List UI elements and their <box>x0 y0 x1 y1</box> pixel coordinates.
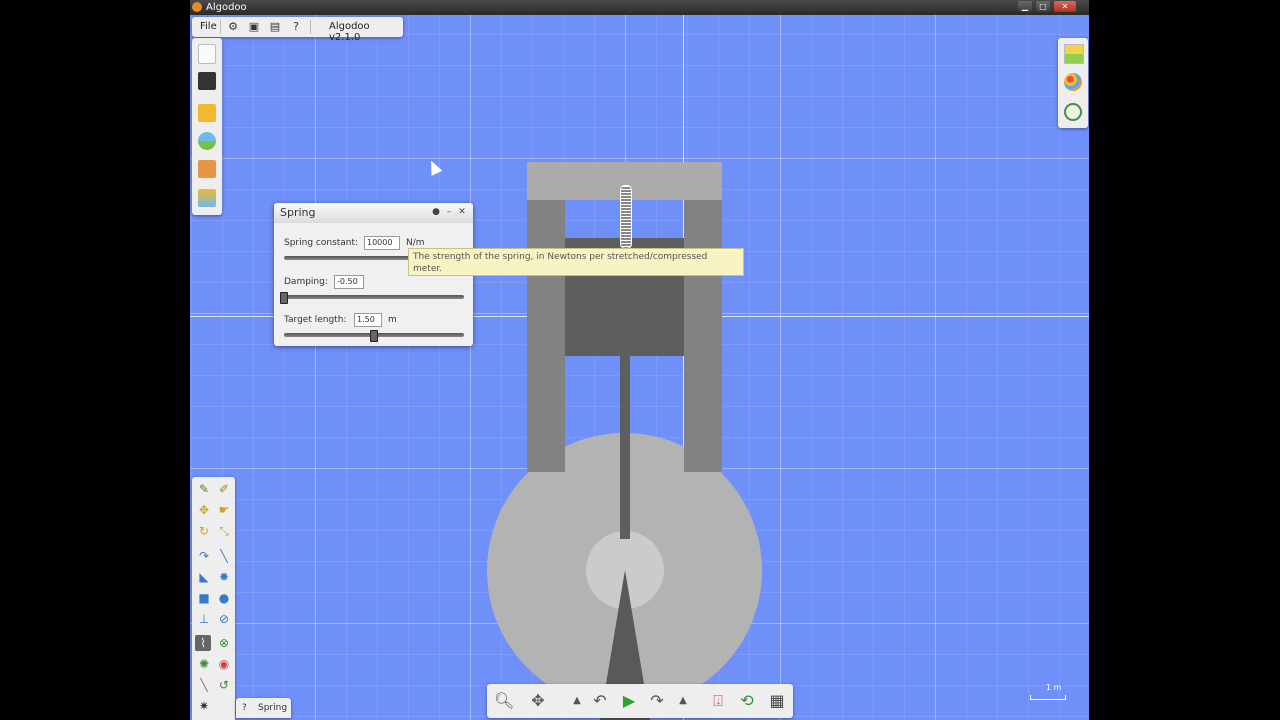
spring-constant-input[interactable]: 10000 <box>364 236 400 250</box>
menu-divider <box>310 20 311 34</box>
gear-icon[interactable]: ⚙ <box>226 20 240 34</box>
app-logo-icon <box>192 2 202 12</box>
damping-slider[interactable] <box>284 295 464 299</box>
target-length-input[interactable]: 1.50 <box>354 313 382 327</box>
target-length-unit: m <box>388 315 397 325</box>
chaos-tool-icon[interactable]: ✷ <box>196 698 212 714</box>
window-alt-icon[interactable]: ▤ <box>268 20 282 34</box>
tracer-tool-icon[interactable]: ↺ <box>216 677 232 693</box>
background-settings-icon[interactable] <box>1064 44 1084 64</box>
grid-icon[interactable]: ▦ <box>767 692 787 710</box>
help-icon[interactable]: ? <box>289 20 303 34</box>
knife-tool-icon[interactable]: ╲ <box>216 548 232 564</box>
help-icon[interactable]: ? <box>242 703 247 713</box>
current-tool-label: Spring <box>258 703 288 713</box>
spring-constant-unit: N/m <box>406 238 425 248</box>
circle-tool-icon[interactable]: ● <box>216 590 232 606</box>
scale-label: 1 m <box>1046 683 1062 692</box>
target-length-label: Target length: <box>284 315 347 325</box>
file-toolbar <box>192 38 222 215</box>
zoom-icon[interactable]: 🔍︎ <box>494 692 514 710</box>
palette-icon[interactable] <box>1064 73 1082 91</box>
axle-tool-icon[interactable]: ✺ <box>196 656 212 672</box>
sketch-tool-icon[interactable]: ✎ <box>196 481 212 497</box>
laser-tool-icon[interactable]: ╲ <box>196 677 212 693</box>
redo-icon[interactable]: ↷ <box>647 692 667 710</box>
tool-help-bar: ? Spring <box>236 698 291 718</box>
new-scene-icon[interactable] <box>198 44 216 64</box>
chain-tool-icon[interactable]: ⊘ <box>216 611 232 627</box>
window-title: Algodoo <box>206 2 247 13</box>
panel-title: Spring <box>280 206 316 219</box>
pin-icon[interactable]: ● <box>431 207 441 217</box>
damping-label: Damping: <box>284 277 328 287</box>
scene-folder-icon[interactable] <box>198 160 216 178</box>
spring-constant-label: Spring constant: <box>284 238 359 248</box>
spring-tool-icon[interactable]: ⌇ <box>195 635 211 651</box>
scale-tool-icon[interactable]: ⤡ <box>216 523 232 539</box>
air-friction-icon[interactable]: ⟲ <box>737 692 757 710</box>
brush-tool-icon[interactable]: ✐ <box>216 481 232 497</box>
undo-dropdown-icon[interactable]: ▲ <box>567 692 587 710</box>
close-button[interactable]: ✕ <box>1054 1 1076 12</box>
polygon-tool-icon[interactable]: ◣ <box>196 569 212 585</box>
browse-online-icon[interactable] <box>198 132 216 150</box>
plane-tool-icon[interactable]: ⊥ <box>196 611 212 627</box>
open-folder-icon[interactable] <box>198 104 216 122</box>
minimize-button[interactable]: ▁ <box>1018 1 1032 12</box>
gravity-icon[interactable]: ⍗ <box>708 692 728 710</box>
top-menu-bar: File ⚙ ▣ ▤ ? Algodoo v2.1.0 <box>192 17 403 43</box>
phunlet-folder-icon[interactable] <box>198 189 216 207</box>
drag-tool-icon[interactable]: ☛ <box>216 502 232 518</box>
tool-palette: ✎ ✐ ✥ ☛ ↻ ⤡ ↷ ╲ ◣ ✹ ■ ● ⊥ ⊘ ⌇ ⊗ ✺ ◉ ╲ ↺ … <box>192 477 235 720</box>
frame-right-shape[interactable] <box>684 200 722 472</box>
scale-bar <box>1030 695 1066 700</box>
thruster-tool-icon[interactable]: ◉ <box>216 656 232 672</box>
connecting-rod-shape[interactable] <box>620 356 630 539</box>
play-icon[interactable]: ▶ <box>619 692 639 710</box>
box-tool-icon[interactable]: ■ <box>196 590 212 606</box>
window-icon[interactable]: ▣ <box>247 20 261 34</box>
right-toolbar <box>1058 38 1088 128</box>
target-length-slider-thumb[interactable] <box>370 330 378 342</box>
zoom-icon[interactable] <box>1064 103 1082 121</box>
redo-dropdown-icon[interactable]: ▲ <box>673 692 693 710</box>
version-label: Algodoo v2.1.0 <box>329 21 370 43</box>
rope-tool-icon[interactable]: ↷ <box>196 548 212 564</box>
close-panel-icon[interactable]: ✕ <box>457 207 467 217</box>
undo-icon[interactable]: ↶ <box>590 692 610 710</box>
move-tool-icon[interactable]: ✥ <box>196 502 212 518</box>
damping-slider-thumb[interactable] <box>280 292 288 304</box>
simulation-canvas[interactable] <box>190 15 1089 720</box>
window-titlebar: Algodoo ▁ □ ✕ <box>190 0 1089 15</box>
frame-left-shape[interactable] <box>527 200 565 472</box>
menu-divider <box>220 20 221 34</box>
save-icon[interactable] <box>198 72 216 90</box>
tooltip: The strength of the spring, in Newtons p… <box>408 248 744 276</box>
rotate-tool-icon[interactable]: ↻ <box>196 523 212 539</box>
gear-tool-icon[interactable]: ✹ <box>216 569 232 585</box>
damping-input[interactable]: -0.50 <box>334 275 364 289</box>
file-menu[interactable]: File <box>200 21 217 32</box>
pan-icon[interactable]: ✥ <box>528 692 548 710</box>
maximize-button[interactable]: □ <box>1036 1 1050 12</box>
spring-object[interactable] <box>620 185 632 249</box>
minimize-panel-icon[interactable]: – <box>444 207 454 217</box>
simulation-control-bar: 🔍︎ ✥ ▲ ↶ ▶ ↷ ▲ ⍗ ⟲ ▦ <box>487 684 793 718</box>
fixate-tool-icon[interactable]: ⊗ <box>216 635 232 651</box>
